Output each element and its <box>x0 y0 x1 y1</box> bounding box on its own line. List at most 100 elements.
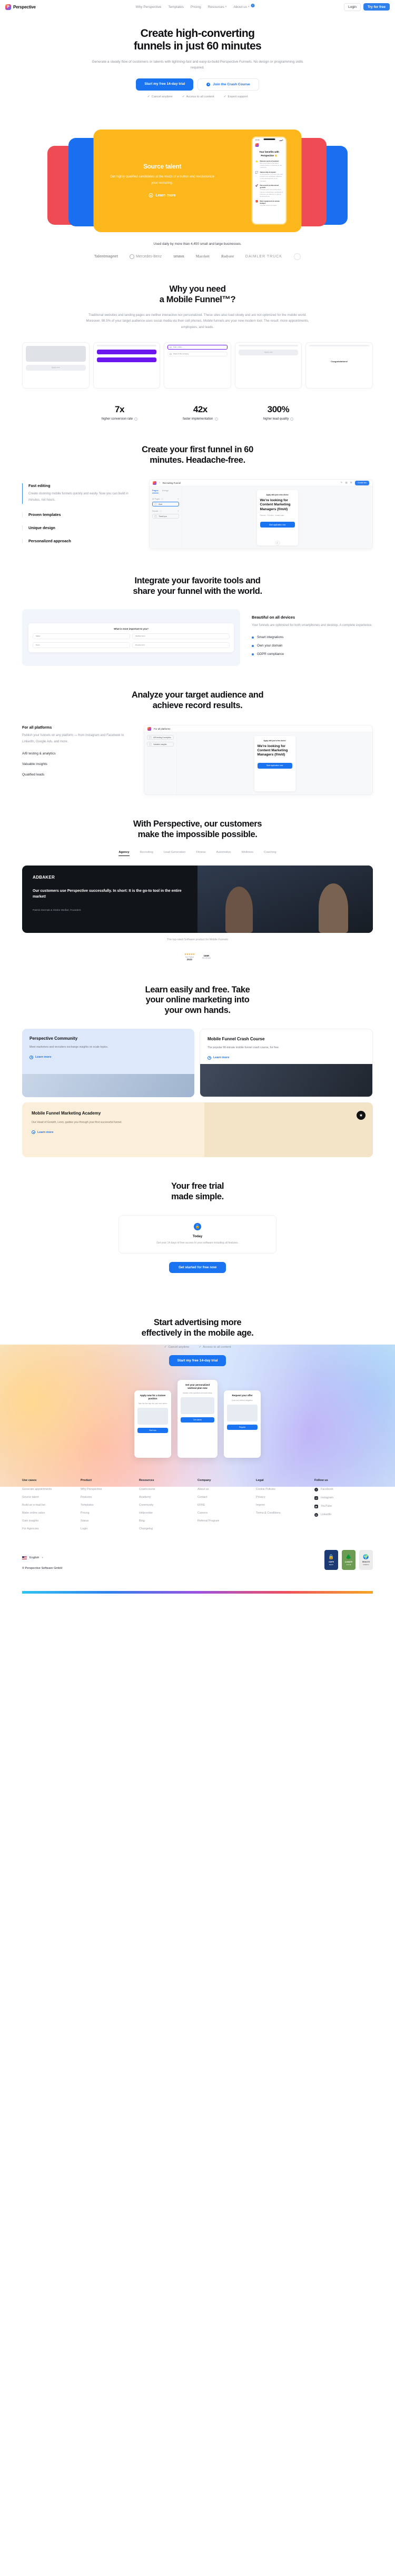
why-card-apply-button[interactable]: Apply now <box>26 364 86 371</box>
footer-link[interactable]: Build an e-mail list <box>22 1504 81 1507</box>
footer-link[interactable]: Make online sales <box>22 1511 81 1515</box>
footer-link[interactable]: Crashcourse <box>139 1488 197 1491</box>
footer-link[interactable]: Changelog <box>139 1527 197 1530</box>
footer-link[interactable]: Imprint <box>256 1504 314 1507</box>
final-phone-button[interactable]: Start now <box>137 1428 168 1434</box>
why-card-option[interactable]: Team collea... <box>167 344 228 350</box>
mockup-page-thank-you[interactable]: A Thank you <box>152 514 179 519</box>
learn-card-crash-course[interactable]: Mobile Funnel Crash Course The popular 9… <box>200 1029 373 1098</box>
tab-agency[interactable]: Agency <box>118 851 130 856</box>
brand-logo[interactable]: P Perspective <box>5 4 36 10</box>
hero-start-trial-button[interactable]: Start my free 14-day trial <box>136 78 194 91</box>
why-card-purple-button[interactable] <box>96 349 157 354</box>
why-card-congrats: Congratulations! <box>331 360 348 363</box>
final-phone-button[interactable]: Request <box>227 1425 258 1430</box>
create-link-button[interactable]: Create link <box>354 480 369 485</box>
nav-item-resources[interactable]: Resources ▾ <box>208 5 227 9</box>
back-arrow-icon[interactable]: ‹ <box>159 481 160 484</box>
footer-link[interactable]: Referral Program <box>197 1519 256 1523</box>
footer-link[interactable]: Login <box>81 1527 139 1530</box>
funnel-cta-button[interactable]: Start application now <box>257 762 292 769</box>
info-icon[interactable]: i <box>134 417 138 421</box>
footer-link[interactable]: Helpcenter <box>139 1511 197 1515</box>
tab-wellness[interactable]: Wellness <box>241 851 253 856</box>
add-page-icon[interactable]: ＋ <box>177 498 179 500</box>
footer-link[interactable]: For Agencies <box>22 1527 81 1530</box>
final-phone-text: Answer a few questions and start today. <box>182 1391 213 1394</box>
analyze-item[interactable]: A/B testing & analytics <box>22 752 130 755</box>
why-card-option[interactable]: Vision of the company <box>167 351 228 356</box>
footer-link[interactable]: Status <box>81 1519 139 1523</box>
funnel-start-application-button[interactable]: Start application now <box>260 522 295 528</box>
mockup-page-start[interactable]: 1 Start <box>152 502 179 507</box>
nav-item-pricing[interactable]: Pricing <box>191 5 201 9</box>
builder-feature-unique-design[interactable]: Unique design <box>22 525 135 530</box>
footer-link[interactable]: Blog <box>139 1519 197 1523</box>
info-icon[interactable]: i <box>290 417 294 421</box>
footer-link[interactable]: Source talent <box>22 1496 81 1499</box>
preview-option[interactable]: Flexible hours <box>132 633 230 639</box>
nav-item-about-us[interactable]: About us ▾ 7 <box>233 3 255 9</box>
footer-link[interactable]: Why Perspective <box>81 1488 139 1491</box>
tab-fitness[interactable]: Fitness <box>196 851 205 856</box>
try-for-free-button[interactable]: Try for free <box>363 3 390 11</box>
add-page-icon[interactable]: ＋ <box>177 510 179 512</box>
footer-link[interactable]: Community <box>139 1504 197 1507</box>
why-card-purple-button[interactable] <box>96 357 157 362</box>
footer-link[interactable]: About us <box>197 1488 256 1491</box>
footer-link[interactable]: Gain insights <box>22 1519 81 1523</box>
footer-social-linkedin[interactable]: in LinkedIn <box>314 1513 373 1517</box>
footer-link[interactable]: EFRE <box>197 1504 256 1507</box>
learn-title-line1: Learn easily and free. Take <box>145 984 250 994</box>
edit-icon[interactable]: ✎ <box>341 481 343 484</box>
footer-link[interactable]: Pricing <box>81 1511 139 1515</box>
builder-feature-fast-editing[interactable]: Fast editing Create stunning mobile funn… <box>22 483 135 504</box>
tab-automotive[interactable]: Automotive <box>216 851 231 856</box>
footer-link[interactable]: Privacy <box>256 1496 314 1499</box>
analyze-list-item[interactable]: 1 A/B testing & analytics <box>147 735 174 740</box>
why-card-apply-button[interactable]: Apply now <box>238 349 299 355</box>
builder-feature-proven-templates[interactable]: Proven templates <box>22 512 135 517</box>
tab-lead-generation[interactable]: Lead Generation <box>164 851 186 856</box>
final-start-trial-button[interactable]: Start my free 14-day trial <box>169 1355 226 1366</box>
learn-card-cta[interactable]: Learn more <box>208 1056 229 1060</box>
tab-recruiting[interactable]: Recruiting <box>140 851 153 856</box>
footer-link[interactable]: Templates <box>81 1504 139 1507</box>
hero-crash-course-button[interactable]: Join the Crash Course <box>197 78 259 91</box>
footer-social-facebook[interactable]: f Facebook <box>314 1487 373 1491</box>
footer-social-instagram[interactable]: ◎ Instagram <box>314 1496 373 1500</box>
login-button[interactable]: Login <box>344 3 361 11</box>
tab-coaching[interactable]: Coaching <box>264 851 276 856</box>
footer-link[interactable]: Features <box>81 1496 139 1499</box>
tab-design[interactable]: Design <box>162 489 169 493</box>
learn-card-cta[interactable]: Learn more <box>29 1055 51 1059</box>
trial-cta-button[interactable]: Get started for free now <box>169 1261 226 1273</box>
analyze-list-item[interactable]: 2 Valuable insights <box>147 742 174 747</box>
analyze-item[interactable]: Valuable insights <box>22 762 130 766</box>
language-selector[interactable]: English ▾ <box>22 1556 62 1559</box>
preview-option[interactable]: Salary <box>33 633 130 639</box>
add-block-icon[interactable]: ＋ <box>275 541 280 546</box>
builder-feature-personalized-approach[interactable]: Personalized approach <box>22 538 135 543</box>
preview-option[interactable]: Team <box>33 642 130 648</box>
footer-link[interactable]: Terms & Conditions <box>256 1511 314 1515</box>
footer-social-youtube[interactable]: ▶ YouTube <box>314 1504 373 1508</box>
hero-card-learn-more-button[interactable]: Learn more <box>149 193 176 198</box>
nav-item-templates[interactable]: Templates <box>168 5 184 9</box>
learn-card-community[interactable]: Perspective Community Meet marketers and… <box>22 1029 194 1098</box>
footer-link[interactable]: Cookie Policies <box>256 1488 314 1491</box>
info-icon[interactable]: i <box>214 417 218 421</box>
footer-link[interactable]: Academy <box>139 1496 197 1499</box>
analytics-icon[interactable]: ▥ <box>345 481 348 484</box>
footer-link[interactable]: Contact <box>197 1496 256 1499</box>
academy-card[interactable]: Mobile Funnel Marketing Academy Our Head… <box>22 1102 373 1158</box>
academy-cta[interactable]: Learn more <box>32 1130 53 1135</box>
analyze-item[interactable]: Qualified leads <box>22 773 130 777</box>
tab-pages[interactable]: Pages <box>152 489 159 494</box>
footer-link[interactable]: Careers <box>197 1511 256 1515</box>
nav-item-why-perspective[interactable]: Why Perspective <box>135 5 161 9</box>
preview-option[interactable]: Development <box>132 642 230 648</box>
gear-icon[interactable]: ⚙ <box>350 481 352 484</box>
final-phone-button[interactable]: Get started <box>181 1417 214 1423</box>
footer-link[interactable]: Generate appointments <box>22 1488 81 1491</box>
